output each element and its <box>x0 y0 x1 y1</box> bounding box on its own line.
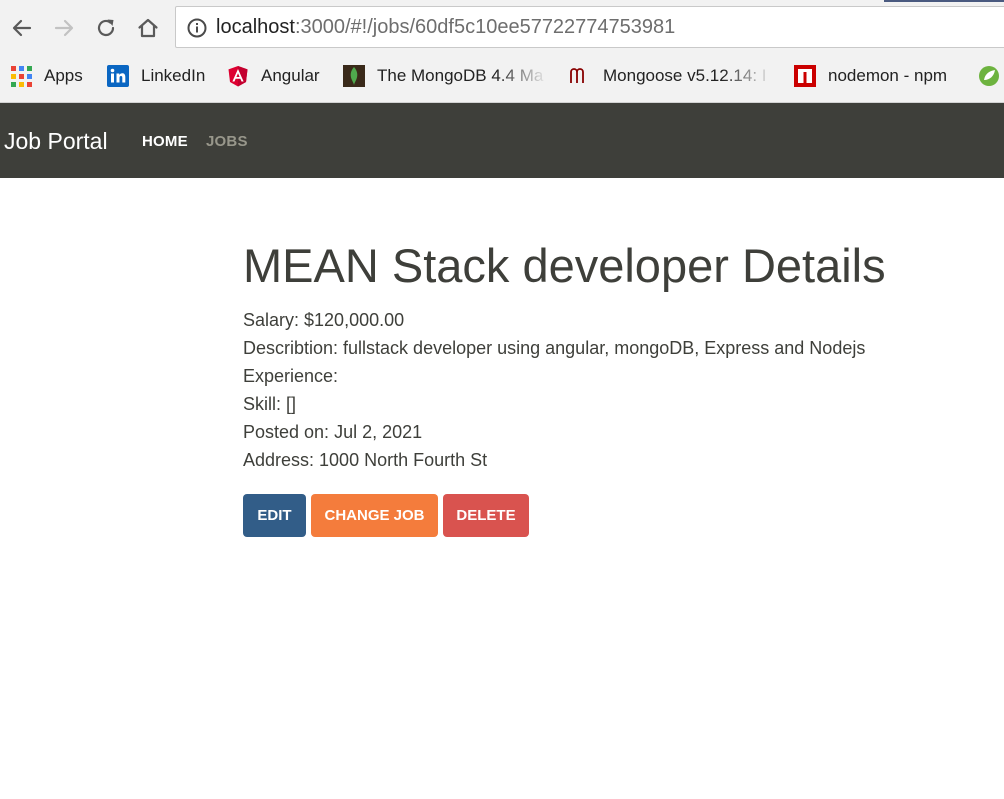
url-host: localhost <box>216 16 295 38</box>
spring-leaf-icon <box>979 66 999 86</box>
bookmark-label: Angular <box>261 66 320 85</box>
bookmark-mongoose[interactable]: Mongoose v5.12.14: I <box>569 57 773 95</box>
back-button[interactable] <box>7 13 37 43</box>
bookmark-angular[interactable]: Angular <box>227 57 320 95</box>
job-details: MEAN Stack developer Details Salary: $12… <box>243 236 983 537</box>
forward-arrow-icon <box>54 19 74 37</box>
salary-text: Salary: $120,000.00 <box>243 310 405 330</box>
brand-link[interactable]: Job Portal <box>4 126 108 156</box>
info-icon[interactable] <box>186 17 208 39</box>
reload-button[interactable] <box>91 13 121 43</box>
bookmark-apps[interactable]: Apps <box>11 57 83 95</box>
bookmark-mongodb[interactable]: The MongoDB 4.4 Ma <box>343 57 548 95</box>
angular-icon <box>228 66 248 87</box>
page-title: MEAN Stack developer Details <box>243 239 886 292</box>
address-bar[interactable]: localhost:3000/#!/jobs/60df5c10ee5772277… <box>175 6 1004 48</box>
bookmark-nodemon[interactable]: nodemon - npm <box>794 57 947 95</box>
apps-grid-icon <box>11 65 32 87</box>
action-buttons: EDIT CHANGE JOB DELETE <box>243 494 983 537</box>
change-job-button[interactable]: CHANGE JOB <box>311 494 438 537</box>
mongodb-icon <box>343 65 365 87</box>
home-icon <box>138 18 158 38</box>
nav-jobs-link[interactable]: JOBS <box>206 133 248 151</box>
reload-icon <box>97 19 115 37</box>
experience-text: Experience: <box>243 366 339 386</box>
posted-on-text: Posted on: Jul 2, 2021 <box>243 422 423 442</box>
page: localhost:3000/#!/jobs/60df5c10ee5772277… <box>0 0 1004 799</box>
window-edge <box>884 0 1004 2</box>
skill-text: Skill: [] <box>243 394 297 414</box>
url-path: :3000/#!/jobs/60df5c10ee57722774753981 <box>294 16 676 38</box>
address-text: Address: 1000 North Fourth St <box>243 450 488 470</box>
description-text: Describtion: fullstack developer using a… <box>243 338 866 358</box>
linkedin-icon <box>107 65 129 87</box>
site-navbar: Job Portal HOME JOBS <box>0 103 1004 178</box>
npm-icon <box>794 65 816 87</box>
home-button[interactable] <box>133 13 163 43</box>
bookmark-label: Mongoose v5.12.14: I <box>603 66 767 85</box>
job-fields: Salary: $120,000.00 Describtion: fullsta… <box>243 306 983 474</box>
bookmark-label: nodemon - npm <box>828 66 948 85</box>
edit-button[interactable]: EDIT <box>243 494 306 537</box>
bookmark-label: Apps <box>44 66 83 85</box>
forward-button[interactable] <box>49 13 79 43</box>
bookmark-spring[interactable] <box>978 57 1004 95</box>
bookmark-label: LinkedIn <box>141 66 206 85</box>
bookmark-label: The MongoDB 4.4 Ma <box>377 66 544 85</box>
bookmarks-bar: Apps LinkedIn Angular The MongoDB 4.4 Ma… <box>0 57 1004 103</box>
nav-home-link[interactable]: HOME <box>142 133 188 151</box>
bookmark-linkedin[interactable]: LinkedIn <box>107 57 205 95</box>
url-text: localhost:3000/#!/jobs/60df5c10ee5772277… <box>216 15 675 39</box>
mongoose-icon <box>570 68 584 83</box>
back-arrow-icon <box>12 19 32 37</box>
browser-toolbar: localhost:3000/#!/jobs/60df5c10ee5772277… <box>0 0 1004 57</box>
delete-button[interactable]: DELETE <box>443 494 529 537</box>
